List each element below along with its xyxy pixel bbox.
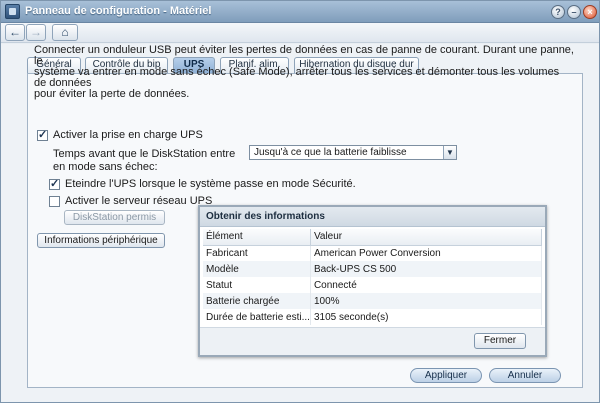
device-info-table: Élément Valeur Fabricant American Power …	[203, 229, 543, 325]
network-ups-checkbox[interactable]: Activer le serveur réseau UPS	[49, 195, 212, 207]
shutdown-ups-label: Eteindre l'UPS lorsque le système passe …	[65, 178, 356, 190]
forward-arrow-icon[interactable]: →	[26, 24, 46, 41]
table-header-row: Élément Valeur	[203, 229, 543, 246]
home-icon[interactable]: ⌂	[52, 24, 78, 41]
column-header-item[interactable]: Élément	[203, 229, 311, 246]
row-item: Batterie chargée	[203, 293, 311, 309]
table-row[interactable]: Statut Connecté	[203, 277, 543, 293]
safe-mode-timing-label: Temps avant que le DiskStation entre en …	[53, 148, 236, 173]
description-line: Connecter un onduleur USB peut éviter le…	[34, 44, 574, 67]
device-info-button[interactable]: Informations périphérique	[37, 233, 165, 248]
row-item: Statut	[203, 277, 311, 293]
shutdown-ups-checkbox[interactable]: Eteindre l'UPS lorsque le système passe …	[49, 177, 356, 190]
description-line: pour éviter la perte de données.	[34, 88, 190, 100]
selected-value: Jusqu'à ce que la batterie faiblisse	[254, 147, 407, 158]
safe-mode-timing-select[interactable]: Jusqu'à ce que la batterie faiblisse ▼	[249, 145, 457, 160]
navigation-toolbar: ← → ⌂	[1, 23, 599, 43]
row-item: Durée de batterie esti...	[203, 309, 311, 325]
table-row[interactable]: Fabricant American Power Conversion	[203, 245, 543, 261]
title-bar: Panneau de configuration - Matériel ? – …	[1, 1, 599, 23]
dialog-close-button[interactable]: Fermer	[474, 333, 526, 349]
table-row[interactable]: Durée de batterie esti... 3105 seconde(s…	[203, 309, 543, 325]
row-item: Modèle	[203, 261, 311, 277]
row-value: Back-UPS CS 500	[310, 261, 543, 277]
row-value: 3105 seconde(s)	[310, 309, 543, 325]
enable-ups-checkbox[interactable]: Activer la prise en charge UPS	[37, 128, 203, 141]
row-value: American Power Conversion	[310, 245, 543, 261]
checkbox-checked-icon[interactable]	[37, 128, 48, 141]
checkbox-unchecked-icon[interactable]	[49, 195, 60, 207]
row-value: Connecté	[310, 277, 543, 293]
dialog-footer: Fermer	[200, 327, 545, 355]
column-header-value[interactable]: Valeur	[310, 229, 543, 246]
diskstation-permit-button[interactable]: DiskStation permis	[64, 210, 165, 225]
network-ups-label: Activer le serveur réseau UPS	[65, 195, 213, 207]
close-button[interactable]: ×	[583, 5, 597, 19]
apply-button[interactable]: Appliquer	[410, 368, 482, 383]
table-row[interactable]: Batterie chargée 100%	[203, 293, 543, 309]
cancel-button[interactable]: Annuler	[489, 368, 561, 383]
back-arrow-icon[interactable]: ←	[5, 24, 25, 41]
table-row[interactable]: Modèle Back-UPS CS 500	[203, 261, 543, 277]
chevron-down-icon[interactable]: ▼	[443, 146, 456, 159]
row-value: 100%	[310, 293, 543, 309]
row-item: Fabricant	[203, 245, 311, 261]
device-info-dialog: Obtenir des informations Élément Valeur …	[198, 205, 547, 357]
minimize-button[interactable]: –	[567, 5, 581, 19]
help-button[interactable]: ?	[551, 5, 565, 19]
enable-ups-label: Activer la prise en charge UPS	[53, 129, 203, 141]
dialog-title: Obtenir des informations	[200, 207, 545, 227]
window-title: Panneau de configuration - Matériel	[25, 5, 212, 17]
control-panel-icon	[5, 4, 20, 19]
description-line: système va entrer en mode sans échec (Sa…	[34, 66, 560, 89]
control-panel-window: Panneau de configuration - Matériel ? – …	[0, 0, 600, 403]
ups-description: Connecter un onduleur USB peut éviter le…	[34, 45, 574, 100]
checkbox-checked-icon[interactable]	[49, 177, 60, 190]
